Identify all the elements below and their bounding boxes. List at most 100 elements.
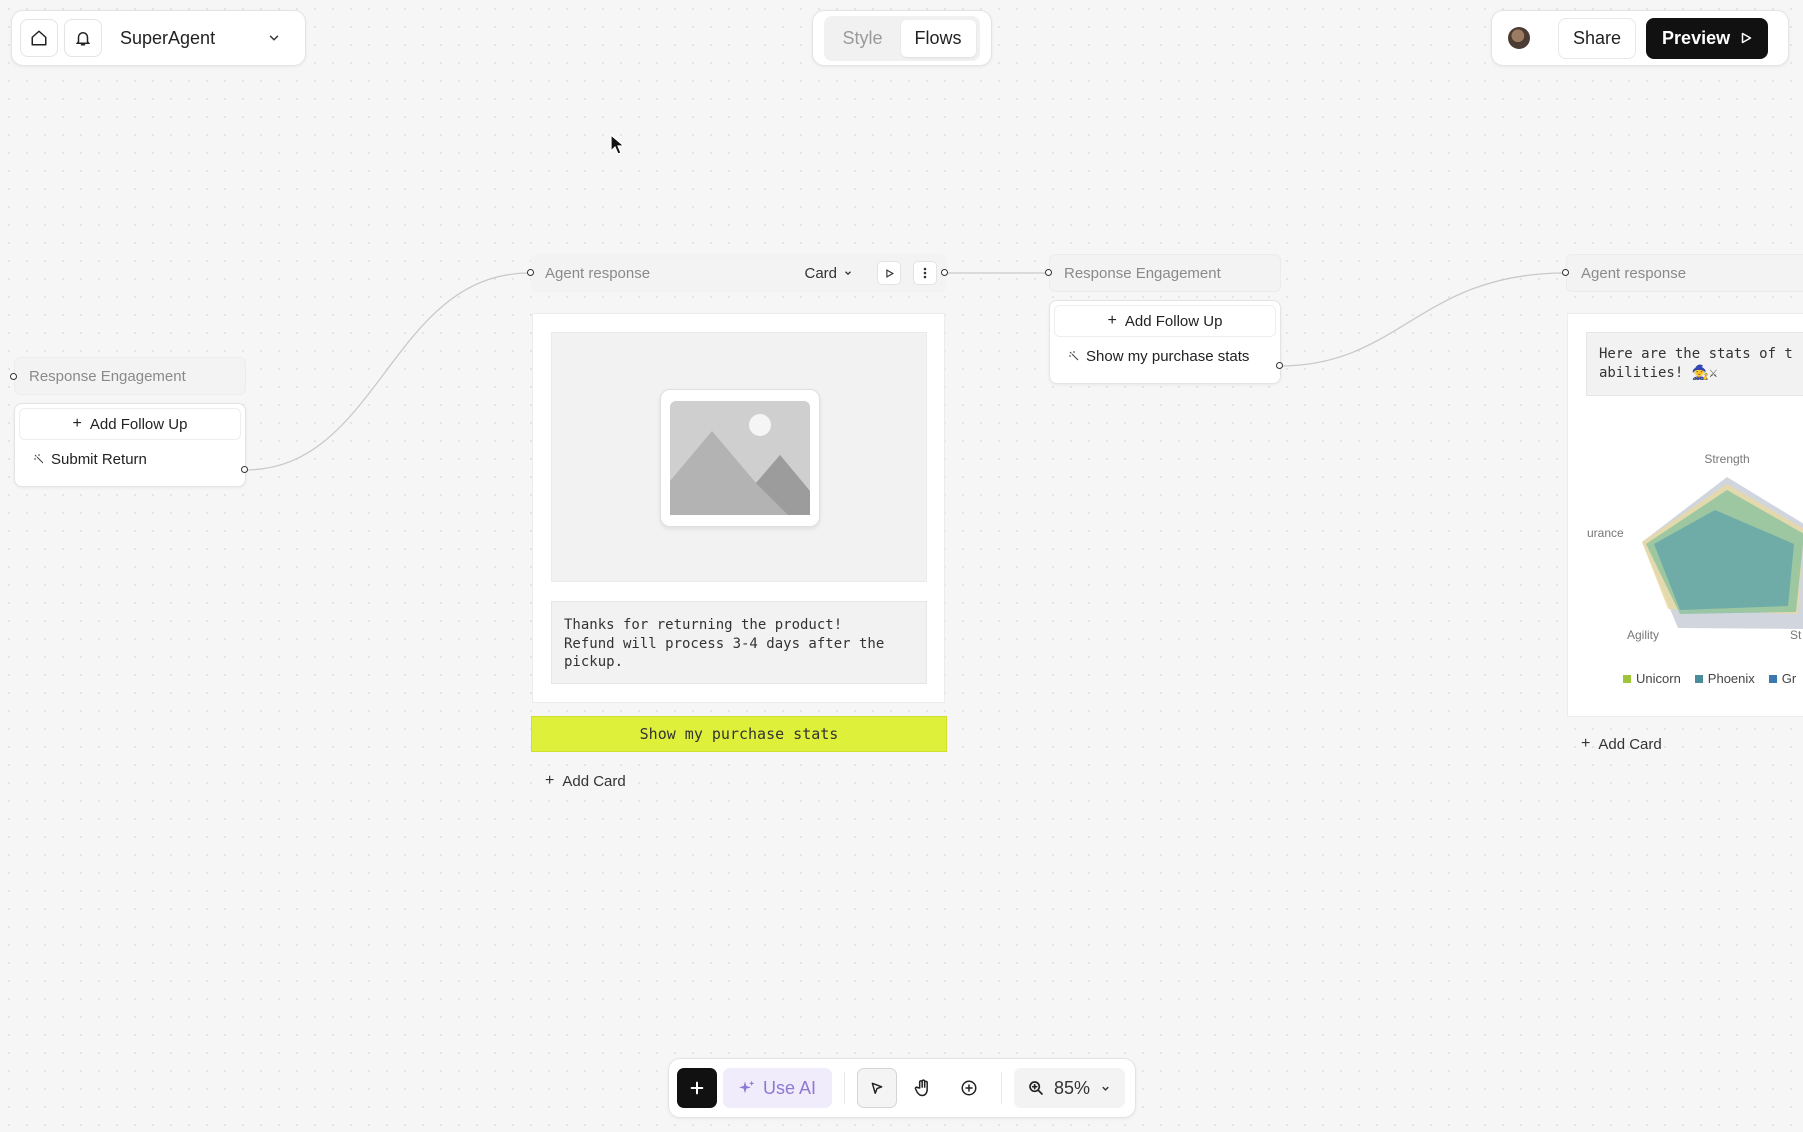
sparkles-icon [739, 1080, 755, 1094]
node-title: Agent response [1581, 264, 1687, 282]
legend-swatch [1768, 674, 1777, 683]
connector-dot[interactable] [1045, 269, 1052, 276]
card-type-select[interactable]: Card [804, 265, 853, 282]
plus-icon: + [545, 772, 555, 789]
connector-dot[interactable] [10, 373, 17, 380]
legend-swatch [1623, 674, 1631, 683]
add-follow-up-button[interactable]: + Add Follow Up [19, 408, 241, 440]
node-header[interactable]: Agent response [1566, 254, 1803, 292]
image-placeholder[interactable] [551, 332, 927, 582]
engagement-box: + Add Follow Up Show my purchase stats [1049, 300, 1281, 384]
add-card-button-2[interactable]: + Add Card [1581, 735, 1662, 753]
zoom-control[interactable]: 85% [1014, 1068, 1126, 1108]
select-tool[interactable] [857, 1068, 898, 1108]
radar-axis-label: urance [1587, 526, 1624, 540]
zoom-level: 85% [1054, 1077, 1091, 1098]
notifications-button[interactable] [64, 19, 102, 57]
radar-axis-label: Strength [1704, 452, 1749, 466]
legend-item: Unicorn [1623, 671, 1681, 686]
connector-dot[interactable] [1276, 362, 1283, 369]
connector-dot[interactable] [527, 269, 534, 276]
node-header[interactable]: Response Engagement [14, 357, 246, 395]
radar-axis-label: Agility [1627, 628, 1659, 642]
divider [1001, 1072, 1003, 1104]
sparkle-icon [1069, 351, 1079, 361]
add-node-button[interactable] [677, 1068, 717, 1108]
card-message[interactable]: Here are the stats of t abilities! 🧙⚔ [1586, 332, 1803, 396]
tab-flows[interactable]: Flows [900, 19, 976, 57]
legend-swatch [1694, 674, 1703, 683]
legend-label: Gr [1781, 671, 1797, 686]
legend-label: Unicorn [1636, 671, 1681, 686]
image-icon [670, 401, 810, 515]
node-title: Response Engagement [29, 367, 186, 385]
play-icon [885, 268, 894, 278]
middle-engagement-node: Response Engagement + Add Follow Up Show… [1049, 254, 1281, 384]
node-title: Agent response [545, 264, 651, 282]
card-type-label: Card [804, 264, 837, 282]
radar-chart: Strength urance Agility St [1587, 452, 1803, 642]
tab-style[interactable]: Style [828, 20, 896, 57]
plus-icon: + [1107, 312, 1117, 329]
plus-icon: + [72, 415, 82, 432]
add-follow-up-button[interactable]: + Add Follow Up [1054, 305, 1276, 337]
left-engagement-node: Response Engagement + Add Follow Up Subm… [14, 357, 246, 487]
node-header[interactable]: Agent response Card [531, 254, 947, 292]
zoom-icon [1029, 1081, 1043, 1095]
preview-button[interactable]: Preview [1646, 17, 1769, 59]
legend-item: Phoenix [1694, 671, 1755, 686]
chevron-down-icon [845, 271, 851, 276]
legend-item: Gr [1768, 671, 1797, 686]
project-bar: SuperAgent [11, 10, 306, 66]
preview-label: Preview [1662, 27, 1731, 48]
comment-tool[interactable] [949, 1068, 989, 1108]
actions-bar: Share Preview [1491, 10, 1789, 66]
more-vertical-icon [923, 267, 927, 279]
play-node-button[interactable] [877, 261, 901, 285]
hand-icon [914, 1079, 928, 1097]
response-card[interactable]: Thanks for returning the product! Refund… [532, 313, 945, 703]
agent-response-node-1: Agent response Card [531, 254, 947, 292]
project-dropdown[interactable] [267, 31, 281, 45]
share-button[interactable]: Share [1558, 17, 1637, 59]
node-header[interactable]: Response Engagement [1049, 254, 1281, 292]
add-follow-up-label: Add Follow Up [89, 415, 188, 433]
home-button[interactable] [20, 19, 58, 57]
plus-icon: + [1581, 735, 1591, 752]
mouse-cursor [610, 134, 626, 155]
play-icon [1741, 32, 1752, 44]
chart-legend: Unicorn Phoenix Gr [1623, 671, 1796, 686]
connector-dot[interactable] [941, 269, 948, 276]
add-card-button[interactable]: + Add Card [545, 772, 626, 790]
response-card-2[interactable]: Here are the stats of t abilities! 🧙⚔ St… [1567, 313, 1803, 717]
connector-dot[interactable] [1562, 269, 1569, 276]
node-menu-button[interactable] [913, 261, 937, 285]
project-name[interactable]: SuperAgent [120, 28, 261, 49]
plus-icon [690, 1081, 704, 1095]
legend-label: Phoenix [1707, 671, 1755, 686]
add-comment-icon [961, 1080, 977, 1096]
engagement-item-submit-return[interactable]: Submit Return [19, 440, 241, 478]
engagement-item-purchase-stats[interactable]: Show my purchase stats [1054, 337, 1276, 375]
engagement-item-label: Show my purchase stats [1086, 347, 1250, 365]
use-ai-label: Use AI [763, 1077, 817, 1098]
engagement-box: + Add Follow Up Submit Return [14, 403, 246, 487]
pointer-icon [871, 1082, 883, 1094]
add-card-label: Add Card [1598, 735, 1662, 753]
bell-icon [75, 32, 91, 46]
connector-dot[interactable] [241, 466, 248, 473]
cta-button[interactable]: Show my purchase stats [531, 716, 947, 752]
engagement-item-label: Submit Return [51, 450, 147, 468]
card-message[interactable]: Thanks for returning the product! Refund… [551, 601, 927, 684]
chevron-down-icon [1102, 1086, 1109, 1091]
use-ai-button[interactable]: Use AI [723, 1068, 833, 1108]
mode-tabs: Style Flows [812, 10, 992, 66]
hand-tool[interactable] [903, 1068, 943, 1108]
agent-response-node-2: Agent response [1566, 254, 1803, 292]
home-icon [31, 30, 47, 46]
avatar[interactable] [1508, 27, 1530, 49]
radar-axis-label: St [1790, 628, 1802, 642]
divider [844, 1072, 846, 1104]
add-follow-up-label: Add Follow Up [1124, 312, 1223, 330]
node-title: Response Engagement [1064, 264, 1221, 282]
